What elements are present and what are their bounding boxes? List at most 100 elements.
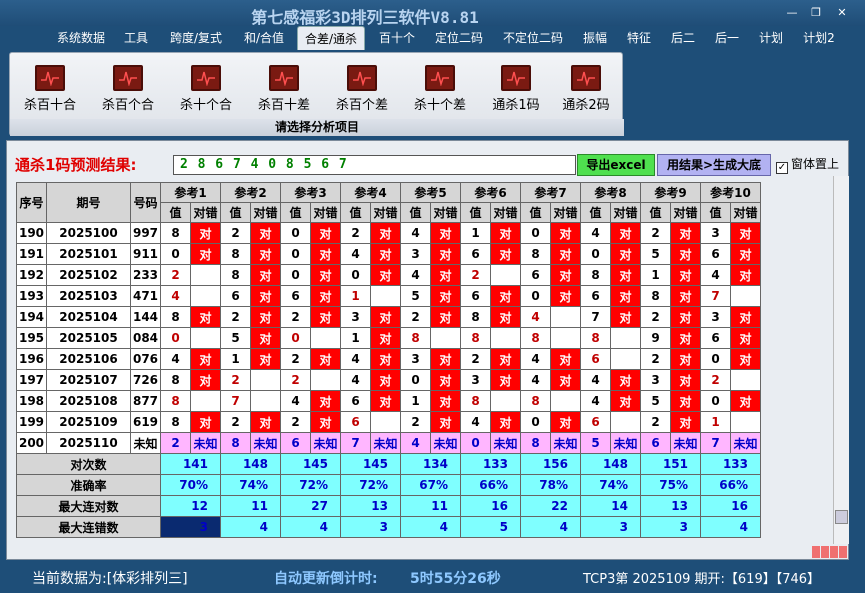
- kill-hundred-unit-diff-button[interactable]: 杀百个差: [332, 65, 392, 115]
- pending-row[interactable]: 200 2025110 未知 2 未知 8 未知 6 未知 7 未知 4 未知 0 未知 8 未知 5 未知 6 未知 7…: [16, 432, 761, 454]
- stat-value-cell: 14: [580, 495, 641, 517]
- row-number: 997: [130, 222, 161, 244]
- ref-value-cell: 6: [640, 432, 671, 454]
- checkbox-check-icon[interactable]: ✓: [776, 162, 788, 174]
- vertical-scrollbar[interactable]: [833, 176, 849, 544]
- kill-two-code-button[interactable]: 通杀2码: [556, 65, 616, 115]
- menu-fixed-two-code[interactable]: 定位二码: [429, 26, 489, 50]
- ref-result-cell: 对: [550, 369, 581, 391]
- table-row[interactable]: 195 2025105 084 0 5 对 0 1 对 8 8 8 8 9 对 6 对: [16, 327, 761, 349]
- menu-last-two[interactable]: 后二: [664, 26, 702, 50]
- ref-result-cell: 对: [370, 327, 401, 349]
- ref-group-header: 参考3: [280, 182, 341, 203]
- table-row[interactable]: 191 2025101 911 0 对 8 对 0 对 4 对 3 对 6 对 8 对 0 对 5 对 6 对: [16, 243, 761, 265]
- col-header-value: 值: [340, 202, 371, 223]
- ref-value-cell: 1: [460, 222, 491, 244]
- ref-value-cell: 0: [160, 243, 191, 265]
- kill-ten-unit-diff-button[interactable]: 杀十个差: [410, 65, 470, 115]
- kill-hundred-ten-diff-button[interactable]: 杀百十差: [254, 65, 314, 115]
- menu-features[interactable]: 特征: [620, 26, 658, 50]
- stat-value-cell: 3: [640, 516, 701, 538]
- col-header-value: 值: [280, 202, 311, 223]
- table-row[interactable]: 196 2025106 076 4 对 1 对 2 对 4 对 3 对 2 对 4 对 6 2 对 0 对: [16, 348, 761, 370]
- prediction-result-field[interactable]: 2 8 6 7 4 0 8 5 6 7: [173, 155, 576, 175]
- col-header-result: 对错: [610, 202, 641, 223]
- stat-value-cell: 13: [340, 495, 401, 517]
- table-row[interactable]: 199 2025109 619 8 对 2 对 2 对 6 2 对 4 对 0 对 6 2 对 1: [16, 411, 761, 433]
- scroll-thumb[interactable]: [835, 510, 848, 524]
- ribbon-button-label: 通杀1码: [492, 98, 540, 113]
- table-row[interactable]: 197 2025107 726 8 对 2 2 4 对 0 对 3 对 4 对 4 对 3 对 2: [16, 369, 761, 391]
- ref-result-cell: [250, 390, 281, 412]
- minimize-button[interactable]: —: [784, 6, 800, 20]
- table-row[interactable]: 194 2025104 144 8 对 2 对 2 对 3 对 2 对 8 对 4 7 对 2 对 3 对: [16, 306, 761, 328]
- ref-value-cell: 2: [340, 222, 371, 244]
- ref-result-cell: 对: [730, 390, 761, 412]
- close-button[interactable]: ✕: [834, 6, 850, 20]
- maximize-button[interactable]: ❐: [808, 6, 824, 20]
- ref-value-cell: 0: [460, 432, 491, 454]
- ref-value-cell: 8: [220, 264, 251, 286]
- row-number: 726: [130, 369, 161, 391]
- table-row[interactable]: 192 2025102 233 2 8 对 0 对 0 对 4 对 2 6 对 8 对 1 对 4 对: [16, 264, 761, 286]
- menu-plan[interactable]: 计划: [752, 26, 790, 50]
- ref-result-cell: 对: [730, 222, 761, 244]
- ref-value-cell: 8: [160, 390, 191, 412]
- ref-result-cell: 对: [250, 222, 281, 244]
- menu-diff-kill[interactable]: 合差/通杀: [297, 26, 365, 50]
- ref-result-cell: 对: [610, 264, 641, 286]
- col-header-value: 值: [400, 202, 431, 223]
- ref-value-cell: 2: [280, 306, 311, 328]
- ref-value-cell: 6: [340, 411, 371, 433]
- ref-value-cell: 2: [220, 411, 251, 433]
- ref-value-cell: 4: [580, 222, 611, 244]
- ref-group-header: 参考8: [580, 182, 641, 203]
- ref-result-cell: 对: [550, 285, 581, 307]
- table-row[interactable]: 198 2025108 877 8 7 4 对 6 对 1 对 8 8 4 对 5 对 0 对: [16, 390, 761, 412]
- ref-value-cell: 8: [520, 243, 551, 265]
- menu-span-compound[interactable]: 跨度/复式: [162, 26, 230, 50]
- ref-result-cell: 对: [430, 243, 461, 265]
- menu-plan-2[interactable]: 计划2: [796, 26, 842, 50]
- ref-result-cell: 对: [430, 369, 461, 391]
- ref-value-cell: 6: [460, 285, 491, 307]
- menu-unfixed-two-code[interactable]: 不定位二码: [496, 26, 570, 50]
- kill-ten-unit-sum-button[interactable]: 杀十个合: [176, 65, 236, 115]
- export-excel-button[interactable]: 导出excel: [577, 154, 655, 176]
- table-row[interactable]: 190 2025100 997 8 对 2 对 0 对 2 对 4 对 1 对 0 对 4 对 2 对 3 对: [16, 222, 761, 244]
- menu-amplitude[interactable]: 振幅: [576, 26, 614, 50]
- menu-last-one[interactable]: 后一: [708, 26, 746, 50]
- table-row[interactable]: 193 2025103 471 4 6 对 6 对 1 5 对 6 对 0 对 6 对 8 对 7: [16, 285, 761, 307]
- ref-value-cell: 2: [400, 411, 431, 433]
- row-period: 2025107: [46, 369, 131, 391]
- menu-tools[interactable]: 工具: [118, 26, 154, 50]
- row-number: 911: [130, 243, 161, 265]
- stat-value-cell: 66%: [460, 474, 521, 496]
- ref-value-cell: 0: [520, 222, 551, 244]
- kill-hundred-ten-sum-button[interactable]: 杀百十合: [20, 65, 80, 115]
- col-header-value: 值: [580, 202, 611, 223]
- menu-hundreds-tens-units[interactable]: 百十个: [372, 26, 422, 50]
- progress-block: [821, 546, 829, 558]
- ref-value-cell: 6: [340, 390, 371, 412]
- row-index: 190: [16, 222, 47, 244]
- menu-sum-value[interactable]: 和/合值: [236, 26, 292, 50]
- menu-system-data[interactable]: 系统数据: [50, 26, 112, 50]
- window-topmost-checkbox[interactable]: ✓ 窗体置上: [776, 155, 839, 174]
- generate-base-button[interactable]: 用结果>生成大底: [657, 154, 771, 176]
- ref-value-cell: 4: [400, 264, 431, 286]
- stat-row: 对次数 141 148 145 145 134 133 156 148 151 133: [16, 453, 761, 475]
- row-period: 2025101: [46, 243, 131, 265]
- ref-value-cell: 0: [700, 348, 731, 370]
- ref-result-cell: 对: [250, 411, 281, 433]
- stat-value-cell: 134: [400, 453, 461, 475]
- row-number: 144: [130, 306, 161, 328]
- ref-result-cell: 对: [310, 306, 341, 328]
- kill-one-code-button[interactable]: 通杀1码: [486, 65, 546, 115]
- ref-result-cell: [430, 327, 461, 349]
- ref-value-cell: 1: [340, 285, 371, 307]
- row-period: 2025106: [46, 348, 131, 370]
- ref-result-cell: 对: [430, 306, 461, 328]
- ref-result-cell: 对: [190, 222, 221, 244]
- kill-hundred-unit-sum-button[interactable]: 杀百个合: [98, 65, 158, 115]
